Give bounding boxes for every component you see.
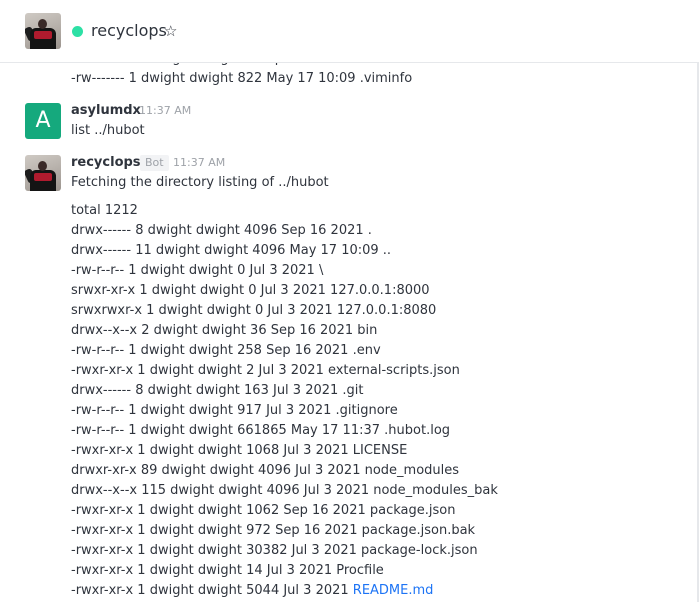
listing-line: -rwxr-xr-x 1 dwight dwight 5044 Jul 3 20… — [71, 581, 433, 601]
online-status-icon — [72, 26, 83, 37]
listing-line-prefix: -rwxr-xr-x 1 dwight dwight 5044 Jul 3 20… — [71, 583, 353, 598]
room-title[interactable]: recyclops — [91, 20, 167, 42]
message-text: Fetching the directory listing of ../hub… — [71, 175, 329, 190]
listing-line: -rw------- 1 dwight dwight 822 May 17 10… — [71, 71, 413, 86]
listing-line: drwx--x--x 115 dwight dwight 4096 Jul 3 … — [71, 483, 498, 498]
avatar[interactable] — [25, 155, 61, 191]
chat-window: -rwxr-xr-x 1 dwight dwight 2 Sep 16 2021… — [0, 0, 699, 602]
listing-line: -rwxr-xr-x 1 dwight dwight 30382 Jul 3 2… — [71, 543, 478, 558]
listing-line: drwx--x--x 2 dwight dwight 36 Sep 16 202… — [71, 323, 378, 338]
listing-line: drwx------ 11 dwight dwight 4096 May 17 … — [71, 243, 392, 258]
bot-badge: Bot — [140, 155, 169, 171]
message-timestamp: 11:37 AM — [139, 104, 192, 117]
listing-line: drwx------ 8 dwight dwight 4096 Sep 16 2… — [71, 223, 372, 238]
message-list[interactable]: -rwxr-xr-x 1 dwight dwight 2 Sep 16 2021… — [0, 0, 699, 602]
listing-line: -rw-r--r-- 1 dwight dwight 0 Jul 3 2021 … — [71, 263, 324, 278]
listing-line: drwx------ 8 dwight dwight 163 Jul 3 202… — [71, 383, 364, 398]
listing-line: -rwxr-xr-x 1 dwight dwight 1068 Jul 3 20… — [71, 443, 408, 458]
readme-link[interactable]: README.md — [353, 583, 434, 598]
message-text: list ../hubot — [71, 123, 145, 138]
star-icon[interactable]: ☆ — [164, 21, 177, 41]
listing-line: -rwxr-xr-x 1 dwight dwight 2 Jul 3 2021 … — [71, 363, 460, 378]
listing-line: -rwxr-xr-x 1 dwight dwight 972 Sep 16 20… — [71, 523, 476, 538]
message-sender[interactable]: asylumdx — [71, 102, 141, 120]
avatar[interactable]: A — [25, 103, 61, 139]
listing-line: -rw-r--r-- 1 dwight dwight 258 Sep 16 20… — [71, 343, 381, 358]
listing-line: drwxr-xr-x 89 dwight dwight 4096 Jul 3 2… — [71, 463, 460, 478]
listing-line: -rw-r--r-- 1 dwight dwight 917 Jul 3 202… — [71, 403, 398, 418]
room-header: recyclops ☆ — [0, 0, 699, 63]
listing-line: srwxrwxr-x 1 dwight dwight 0 Jul 3 2021 … — [71, 303, 437, 318]
message-sender[interactable]: recyclops — [71, 154, 141, 172]
listing-line: total 1212 — [71, 203, 138, 218]
listing-line: -rwxr-xr-x 1 dwight dwight 14 Jul 3 2021… — [71, 563, 384, 578]
listing-line: -rw-r--r-- 1 dwight dwight 661865 May 17… — [71, 423, 451, 438]
room-avatar[interactable] — [25, 13, 61, 49]
message-timestamp: 11:37 AM — [173, 156, 226, 169]
listing-line: -rwxr-xr-x 1 dwight dwight 1062 Sep 16 2… — [71, 503, 456, 518]
listing-line: srwxr-xr-x 1 dwight dwight 0 Jul 3 2021 … — [71, 283, 430, 298]
